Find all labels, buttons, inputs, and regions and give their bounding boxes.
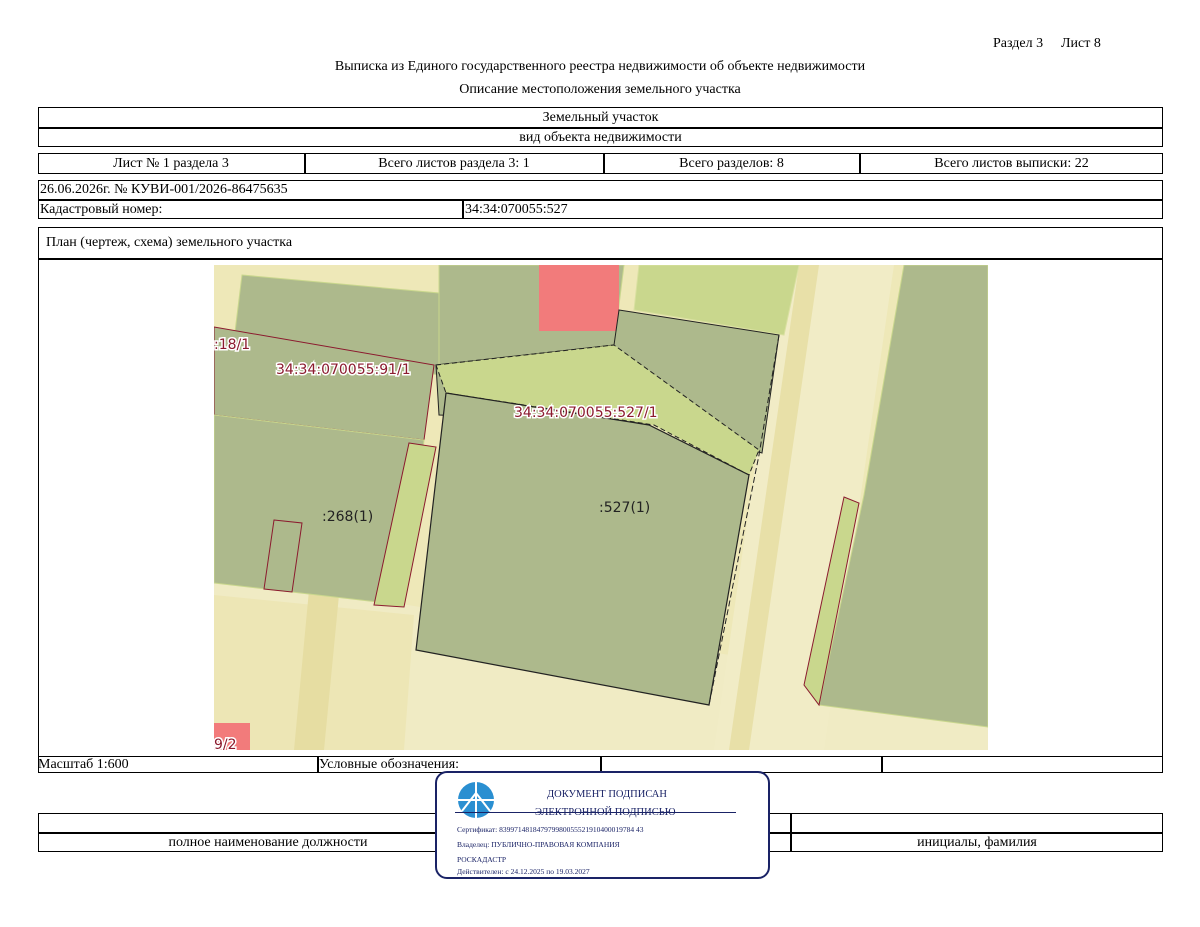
divider: [881, 756, 883, 773]
label-parcel-268: :268(1): [322, 509, 373, 525]
rosreestr-logo-icon: [458, 782, 494, 818]
label-parcel-bottom: 9/2: [214, 737, 237, 750]
plan-title: План (чертеж, схема) земельного участка: [46, 235, 293, 250]
divider: [38, 258, 1163, 260]
date-number: 26.06.2026г. № КУВИ-001/2026-86475635: [40, 181, 288, 197]
object-type-caption: вид объекта недвижимости: [519, 129, 682, 145]
label-parcel-527-1: 34:34:070055:527/1: [514, 405, 658, 421]
stamp-title-1: ДОКУМЕНТ ПОДПИСАН: [547, 789, 667, 800]
stamp-line: [455, 812, 736, 813]
label-parcel-527: :527(1): [599, 500, 650, 516]
divider: [462, 199, 464, 219]
stamp-owner: Владелец: ПУБЛИЧНО-ПРАВОВАЯ КОМПАНИЯ: [457, 840, 620, 849]
total-section-sheets: Всего листов раздела 3: 1: [378, 155, 530, 171]
stamp-certificate: Сертификат: 8399714818479799800555219104…: [457, 825, 644, 834]
name-caption: инициалы, фамилия: [917, 834, 1037, 850]
label-parcel-18: :18/1: [214, 337, 250, 353]
sheet-of-section: Лист № 1 раздела 3: [113, 155, 229, 171]
cadastral-value: 34:34:070055:527: [465, 201, 568, 217]
cadastral-label: Кадастровый номер:: [40, 201, 163, 217]
document-subtitle: Описание местоположения земельного участ…: [459, 82, 741, 97]
position-caption: полное наименование должности: [168, 834, 368, 850]
scale-label: Масштаб 1:600: [38, 756, 129, 772]
stamp-valid: Действителен: с 24.12.2025 по 19.03.2027: [457, 867, 590, 876]
label-parcel-91: 34:34:070055:91/1: [276, 362, 411, 378]
stamp-owner-2: РОСКАДАСТР: [457, 855, 507, 864]
signature-stamp: ДОКУМЕНТ ПОДПИСАН ЭЛЕКТРОННОЙ ПОДПИСЬЮ С…: [435, 771, 770, 879]
section-label: Раздел 3: [993, 36, 1044, 51]
building: [539, 265, 619, 331]
total-sections: Всего разделов: 8: [679, 155, 784, 171]
cadastral-map: :18/1 34:34:070055:91/1 34:34:070055:527…: [214, 265, 988, 750]
sheet-label: Лист 8: [1061, 36, 1101, 51]
document-title: Выписка из Единого государственного реес…: [334, 59, 866, 74]
total-extract-sheets: Всего листов выписки: 22: [934, 155, 1089, 171]
object-type: Земельный участок: [542, 109, 659, 125]
